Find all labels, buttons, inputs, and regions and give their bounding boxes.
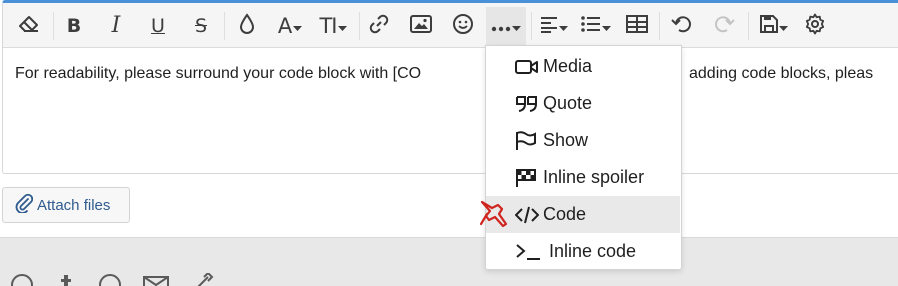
undo-icon — [671, 14, 693, 38]
menu-item-code[interactable]: Code — [486, 196, 680, 233]
image-icon — [410, 15, 432, 37]
align-button[interactable] — [535, 7, 573, 45]
editor-toolbar: B I U S A TI — [3, 3, 898, 48]
ellipsis-icon — [491, 17, 511, 36]
remove-formatting-button[interactable] — [13, 7, 45, 45]
menu-item-show[interactable]: Show — [486, 122, 681, 159]
eraser-icon — [18, 14, 40, 38]
menu-item-label: Inline code — [549, 241, 637, 261]
table-icon — [626, 15, 648, 37]
text-height-icon: TI — [319, 13, 337, 38]
smilies-button[interactable] — [448, 7, 478, 45]
strikethrough-icon: S — [194, 14, 208, 37]
chevron-down-icon — [293, 17, 303, 36]
toolbar-separator — [659, 12, 660, 40]
checkered-flag-icon — [515, 168, 543, 188]
font-family-button[interactable]: A — [270, 7, 310, 45]
menu-item-label: Media — [543, 56, 593, 76]
toolbar-separator — [53, 12, 54, 40]
italic-icon: I — [111, 13, 121, 38]
pushpin-icon — [478, 200, 510, 234]
smile-icon — [452, 13, 474, 39]
menu-item-quote[interactable]: Quote — [486, 85, 681, 122]
save-icon — [760, 15, 778, 37]
chevron-down-icon — [559, 17, 568, 36]
terminal-icon — [515, 243, 549, 261]
chevron-down-icon — [779, 17, 788, 36]
underline-button[interactable]: U — [143, 7, 173, 45]
flag-icon — [515, 130, 543, 151]
align-left-icon — [540, 15, 558, 37]
share-link-icon[interactable] — [190, 271, 214, 286]
paperclip-icon — [15, 193, 37, 217]
font-icon: A — [277, 13, 293, 38]
list-icon — [581, 15, 601, 37]
toolbar-separator — [531, 12, 532, 40]
list-button[interactable] — [577, 7, 615, 45]
editor-text-continued: adding code blocks, pleas — [689, 65, 873, 83]
insert-image-button[interactable] — [406, 7, 436, 45]
bold-icon: B — [66, 14, 82, 37]
menu-item-label: Show — [543, 130, 589, 150]
droplet-icon — [239, 13, 255, 39]
menu-item-label: Quote — [543, 93, 593, 113]
attach-files-button[interactable]: Attach files — [2, 187, 130, 223]
insert-link-button[interactable] — [364, 7, 394, 45]
toolbar-separator — [359, 12, 360, 40]
share-icons — [10, 271, 214, 286]
code-icon — [515, 206, 543, 224]
quote-icon — [515, 95, 543, 113]
chevron-down-icon — [602, 17, 611, 36]
underline-icon: U — [151, 14, 165, 37]
text-color-button[interactable] — [232, 7, 262, 45]
font-size-button[interactable]: TI — [313, 7, 353, 45]
editor-content[interactable]: For readability, please surround your co… — [15, 65, 421, 83]
chevron-down-icon — [512, 17, 521, 36]
menu-item-inline-spoiler[interactable]: Inline spoiler — [486, 159, 681, 196]
menu-item-media[interactable]: Media — [486, 48, 681, 85]
editor-text-right: adding code blocks, pleas — [689, 65, 874, 82]
bold-button[interactable]: B — [59, 7, 89, 45]
settings-button[interactable] — [800, 7, 830, 45]
toolbar-separator — [748, 12, 749, 40]
more-options-button[interactable] — [486, 7, 526, 45]
video-icon — [515, 59, 543, 75]
link-icon — [368, 13, 390, 39]
redo-icon — [713, 14, 735, 38]
italic-button[interactable]: I — [101, 7, 131, 45]
pinterest-icon[interactable] — [10, 272, 34, 286]
tumblr-icon[interactable] — [54, 272, 78, 286]
gear-icon — [804, 13, 826, 39]
whatsapp-icon[interactable] — [98, 272, 122, 286]
redo-button[interactable] — [709, 7, 739, 45]
menu-item-inline-code[interactable]: Inline code — [486, 233, 681, 270]
strikethrough-button[interactable]: S — [186, 7, 216, 45]
toolbar-separator — [224, 12, 225, 40]
chevron-down-icon — [337, 17, 347, 36]
more-options-dropdown: Media Quote Show Inline spoiler Code Inl… — [485, 45, 682, 270]
email-icon[interactable] — [142, 272, 170, 286]
undo-button[interactable] — [667, 7, 697, 45]
menu-item-label: Code — [543, 204, 587, 224]
drafts-button[interactable] — [755, 7, 793, 45]
insert-table-button[interactable] — [622, 7, 652, 45]
menu-item-label: Inline spoiler — [543, 167, 645, 187]
attach-files-label: Attach files — [37, 196, 111, 214]
rich-text-editor: B I U S A TI For readability, please sur… — [2, 0, 898, 174]
editor-text: For readability, please surround your co… — [15, 65, 422, 82]
